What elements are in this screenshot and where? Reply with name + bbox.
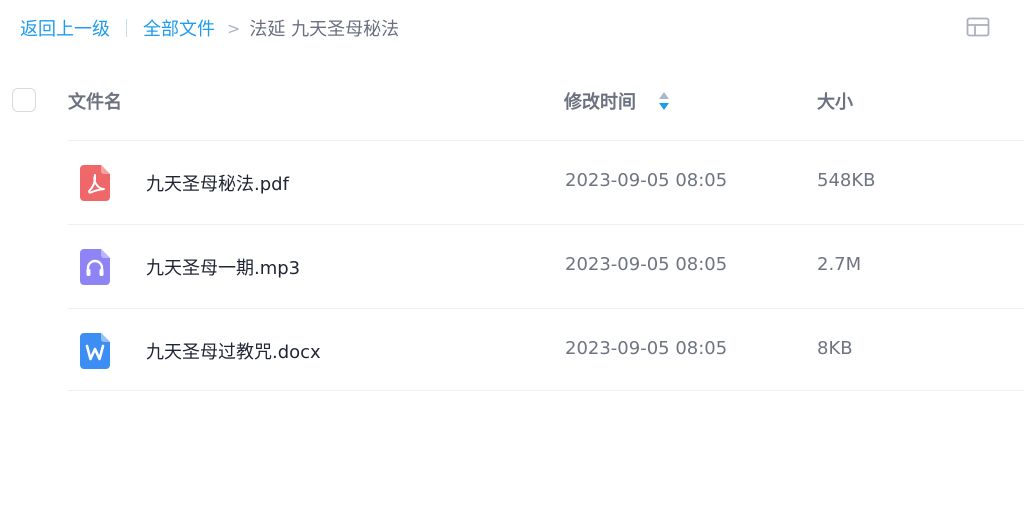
all-files-link[interactable]: 全部文件 [143,15,215,41]
file-size: 2.7M [817,254,862,275]
file-name[interactable]: 九天圣母一期.mp3 [146,254,300,280]
file-browser: 返回上一级 全部文件 > 法延 九天圣母秘法 文件名 修改时间 大小 九天圣母秘… [0,0,1024,514]
file-size: 8KB [817,338,853,359]
breadcrumb-separator: > [227,18,241,38]
grid-view-icon[interactable] [966,17,990,37]
breadcrumb-divider [126,19,127,37]
file-size: 548KB [817,170,876,191]
column-header-name[interactable]: 文件名 [68,88,122,114]
file-modified-time: 2023-09-05 08:05 [565,338,728,359]
column-header-modified[interactable]: 修改时间 [564,88,636,114]
pdf-file-icon [80,165,110,201]
sort-icon[interactable] [657,90,671,112]
breadcrumb: 返回上一级 全部文件 > 法延 九天圣母秘法 [20,14,399,42]
file-name[interactable]: 九天圣母过教咒.docx [146,338,321,364]
file-modified-time: 2023-09-05 08:05 [565,170,728,191]
table-row[interactable]: 九天圣母过教咒.docx 2023-09-05 08:05 8KB [68,308,1024,391]
table-row[interactable]: 九天圣母一期.mp3 2023-09-05 08:05 2.7M [68,224,1024,307]
word-file-icon [80,333,110,369]
file-modified-time: 2023-09-05 08:05 [565,254,728,275]
select-all-checkbox[interactable] [12,88,36,112]
table-header: 文件名 修改时间 大小 [0,70,1024,130]
breadcrumb-current-folder: 法延 九天圣母秘法 [249,19,400,40]
column-header-size[interactable]: 大小 [817,88,853,114]
table-row[interactable]: 九天圣母秘法.pdf 2023-09-05 08:05 548KB [68,140,1024,223]
back-link[interactable]: 返回上一级 [20,15,110,41]
audio-file-icon [80,249,110,285]
file-name[interactable]: 九天圣母秘法.pdf [146,170,289,196]
